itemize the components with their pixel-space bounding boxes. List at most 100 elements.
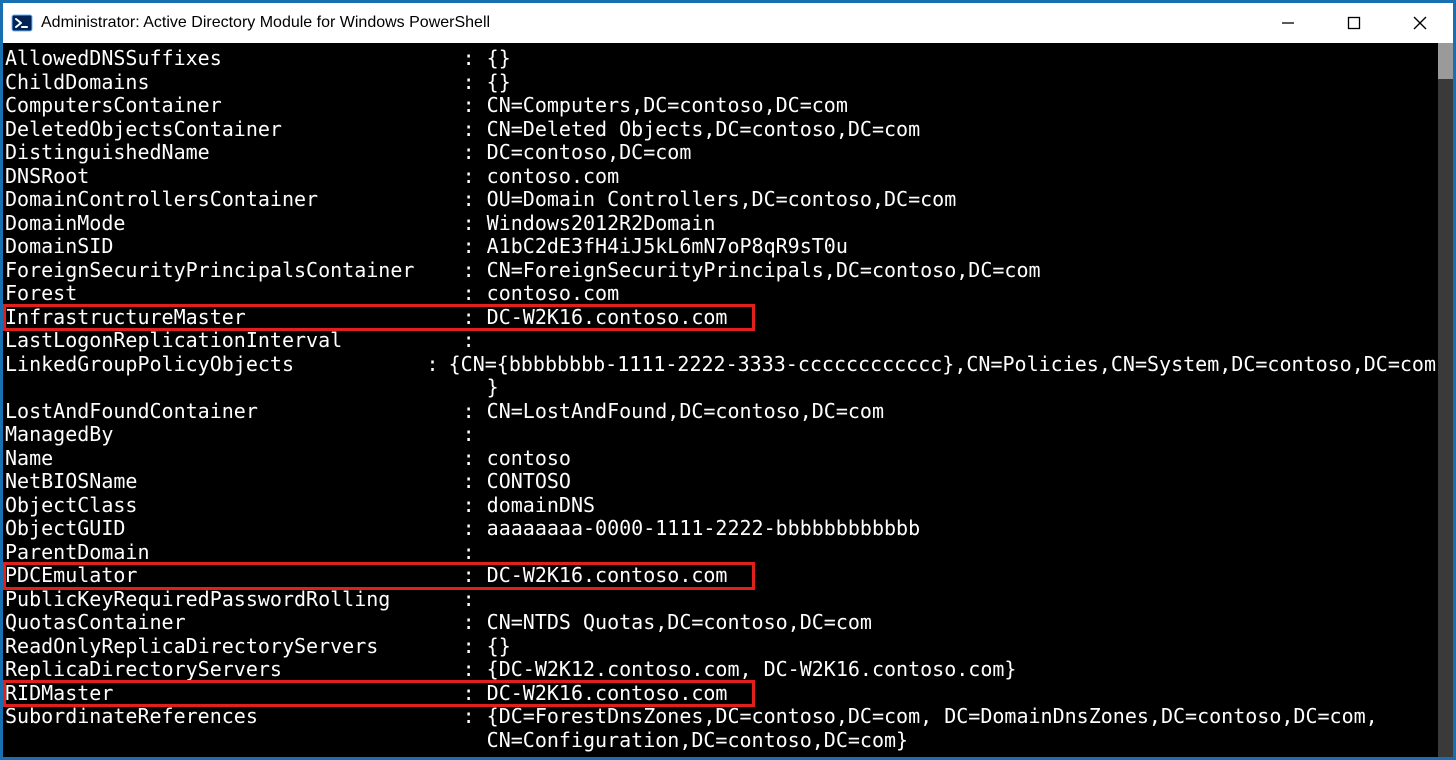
property-value: A1bC2dE3fH4iJ5kL6mN7oP8qR9sT0u	[487, 235, 848, 259]
property-value: contoso.com	[487, 165, 619, 189]
property-value: {DC-W2K12.contoso.com, DC-W2K16.contoso.…	[487, 658, 1017, 682]
property-name: PublicKeyRequiredPasswordRolling	[5, 588, 463, 612]
output-line: LinkedGroupPolicyObjects : {CN={bbbbbbbb…	[5, 353, 1436, 377]
separator: :	[463, 188, 487, 212]
powershell-window: Administrator: Active Directory Module f…	[0, 0, 1456, 760]
property-name: ForeignSecurityPrincipalsContainer	[5, 259, 463, 283]
property-value: {}	[487, 635, 511, 659]
property-value: {}	[487, 71, 511, 95]
window-title: Administrator: Active Directory Module f…	[41, 14, 490, 32]
property-name: ComputersContainer	[5, 94, 463, 118]
property-name: ReplicaDirectoryServers	[5, 658, 463, 682]
output-line: DomainSID : A1bC2dE3fH4iJ5kL6mN7oP8qR9sT…	[5, 235, 1436, 259]
output-line-continuation: }	[5, 376, 1436, 400]
separator: :	[463, 447, 487, 471]
property-value: CN=ForeignSecurityPrincipals,DC=contoso,…	[487, 259, 1041, 283]
property-name: DomainSID	[5, 235, 463, 259]
separator: :	[463, 423, 487, 447]
property-value: CN=NTDS Quotas,DC=contoso,DC=com	[487, 611, 872, 635]
output-line: DomainMode : Windows2012R2Domain	[5, 212, 1436, 236]
output-line: SubordinateReferences : {DC=ForestDnsZon…	[5, 705, 1436, 729]
property-name: DomainMode	[5, 212, 463, 236]
property-name: DistinguishedName	[5, 141, 463, 165]
property-value: {}	[487, 47, 511, 71]
property-name: LastLogonReplicationInterval	[5, 329, 463, 353]
property-value: }	[487, 376, 499, 400]
window-controls	[1255, 3, 1453, 43]
output-line: LostAndFoundContainer : CN=LostAndFound,…	[5, 400, 1436, 424]
property-value: CONTOSO	[487, 470, 571, 494]
separator: :	[463, 588, 487, 612]
separator: :	[463, 705, 487, 729]
console-text: AllowedDNSSuffixes : {}ChildDomains : {}…	[3, 43, 1438, 757]
property-value: {CN={bbbbbbbb-1111-2222-3333-ccccccccccc…	[449, 353, 1436, 377]
maximize-button[interactable]	[1321, 3, 1387, 43]
property-name: InfrastructureMaster	[5, 306, 463, 330]
separator: :	[463, 259, 487, 283]
console-area[interactable]: AllowedDNSSuffixes : {}ChildDomains : {}…	[3, 43, 1453, 757]
separator: :	[463, 212, 487, 236]
output-line: ManagedBy :	[5, 423, 1436, 447]
separator: :	[463, 541, 487, 565]
property-name: Forest	[5, 282, 463, 306]
separator: :	[463, 494, 487, 518]
title-bar-left: Administrator: Active Directory Module f…	[11, 12, 490, 34]
output-line: PublicKeyRequiredPasswordRolling :	[5, 588, 1436, 612]
property-name: AllowedDNSSuffixes	[5, 47, 463, 71]
separator: :	[463, 658, 487, 682]
vertical-scrollbar[interactable]	[1438, 43, 1453, 757]
output-line: LastLogonReplicationInterval :	[5, 329, 1436, 353]
property-value: {DC=ForestDnsZones,DC=contoso,DC=com, DC…	[487, 705, 1378, 729]
separator: :	[463, 682, 487, 706]
separator: :	[463, 141, 487, 165]
output-line: DeletedObjectsContainer : CN=Deleted Obj…	[5, 118, 1436, 142]
separator: :	[463, 94, 487, 118]
output-line: ComputersContainer : CN=Computers,DC=con…	[5, 94, 1436, 118]
separator: :	[463, 71, 487, 95]
output-line: AllowedDNSSuffixes : {}	[5, 47, 1436, 71]
property-name: ParentDomain	[5, 541, 463, 565]
output-line: InfrastructureMaster : DC-W2K16.contoso.…	[5, 306, 1436, 330]
property-name: LinkedGroupPolicyObjects	[5, 353, 426, 377]
property-name: ChildDomains	[5, 71, 463, 95]
property-name: SubordinateReferences	[5, 705, 463, 729]
separator: :	[463, 400, 487, 424]
property-name: ReadOnlyReplicaDirectoryServers	[5, 635, 463, 659]
separator: :	[463, 611, 487, 635]
property-value: CN=LostAndFound,DC=contoso,DC=com	[487, 400, 884, 424]
scrollbar-thumb[interactable]	[1438, 43, 1453, 79]
property-value: CN=Configuration,DC=contoso,DC=com}	[487, 729, 908, 753]
separator: :	[463, 329, 487, 353]
property-name: ManagedBy	[5, 423, 463, 447]
output-line: ObjectClass : domainDNS	[5, 494, 1436, 518]
property-value: domainDNS	[487, 494, 595, 518]
minimize-button[interactable]	[1255, 3, 1321, 43]
output-line: DistinguishedName : DC=contoso,DC=com	[5, 141, 1436, 165]
powershell-icon	[11, 12, 33, 34]
property-name: ObjectClass	[5, 494, 463, 518]
title-bar: Administrator: Active Directory Module f…	[3, 3, 1453, 43]
separator: :	[426, 353, 448, 377]
output-line-continuation: CN=Configuration,DC=contoso,DC=com}	[5, 729, 1436, 753]
separator: :	[463, 118, 487, 142]
property-name: QuotasContainer	[5, 611, 463, 635]
property-name: LostAndFoundContainer	[5, 400, 463, 424]
separator: :	[463, 235, 487, 259]
output-line: ReplicaDirectoryServers : {DC-W2K12.cont…	[5, 658, 1436, 682]
output-line: DNSRoot : contoso.com	[5, 165, 1436, 189]
output-line: ObjectGUID : aaaaaaaa-0000-1111-2222-bbb…	[5, 517, 1436, 541]
output-line: PDCEmulator : DC-W2K16.contoso.com	[5, 564, 1436, 588]
property-name: Name	[5, 447, 463, 471]
output-line: QuotasContainer : CN=NTDS Quotas,DC=cont…	[5, 611, 1436, 635]
output-line: ReadOnlyReplicaDirectoryServers : {}	[5, 635, 1436, 659]
property-value: DC-W2K16.contoso.com	[487, 306, 728, 330]
property-name: DomainControllersContainer	[5, 188, 463, 212]
property-name: ObjectGUID	[5, 517, 463, 541]
output-line: DomainControllersContainer : OU=Domain C…	[5, 188, 1436, 212]
separator: :	[463, 165, 487, 189]
property-name: PDCEmulator	[5, 564, 463, 588]
output-line: RIDMaster : DC-W2K16.contoso.com	[5, 682, 1436, 706]
close-button[interactable]	[1387, 3, 1453, 43]
output-line: Forest : contoso.com	[5, 282, 1436, 306]
output-line: ForeignSecurityPrincipalsContainer : CN=…	[5, 259, 1436, 283]
